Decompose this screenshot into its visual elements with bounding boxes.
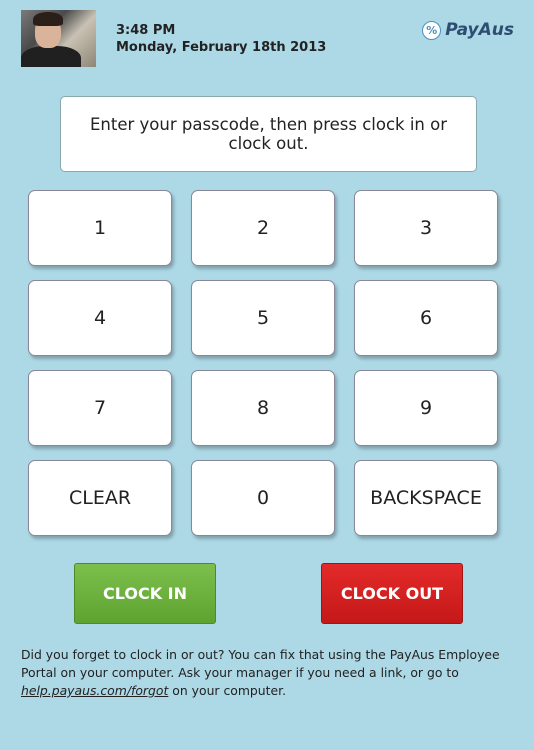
key-8[interactable]: 8 [191, 370, 335, 446]
key-4[interactable]: 4 [28, 280, 172, 356]
key-3[interactable]: 3 [354, 190, 498, 266]
current-date: Monday, February 18th 2013 [116, 40, 327, 55]
backspace-button[interactable]: BACKSPACE [354, 460, 498, 536]
brand-name: PayAus [445, 20, 514, 40]
key-5[interactable]: 5 [191, 280, 335, 356]
avatar-hair-shape [33, 12, 63, 26]
key-6[interactable]: 6 [354, 280, 498, 356]
help-text-before: Did you forget to clock in or out? You c… [21, 647, 500, 680]
brand-logo: % PayAus [422, 20, 514, 40]
help-link[interactable]: help.payaus.com/forgot [21, 683, 168, 698]
clock-out-button[interactable]: CLOCK OUT [321, 563, 463, 624]
passcode-prompt: Enter your passcode, then press clock in… [60, 96, 477, 172]
key-1[interactable]: 1 [28, 190, 172, 266]
key-2[interactable]: 2 [191, 190, 335, 266]
current-time: 3:48 PM [116, 23, 176, 38]
help-text-after: on your computer. [168, 683, 287, 698]
user-avatar [21, 10, 96, 67]
avatar-body-shape [21, 46, 81, 67]
clear-button[interactable]: CLEAR [28, 460, 172, 536]
clock-in-button[interactable]: CLOCK IN [74, 563, 216, 624]
forgot-help-text: Did you forget to clock in or out? You c… [21, 646, 521, 700]
key-0[interactable]: 0 [191, 460, 335, 536]
percent-logo-icon: % [422, 20, 442, 40]
key-9[interactable]: 9 [354, 370, 498, 446]
key-7[interactable]: 7 [28, 370, 172, 446]
